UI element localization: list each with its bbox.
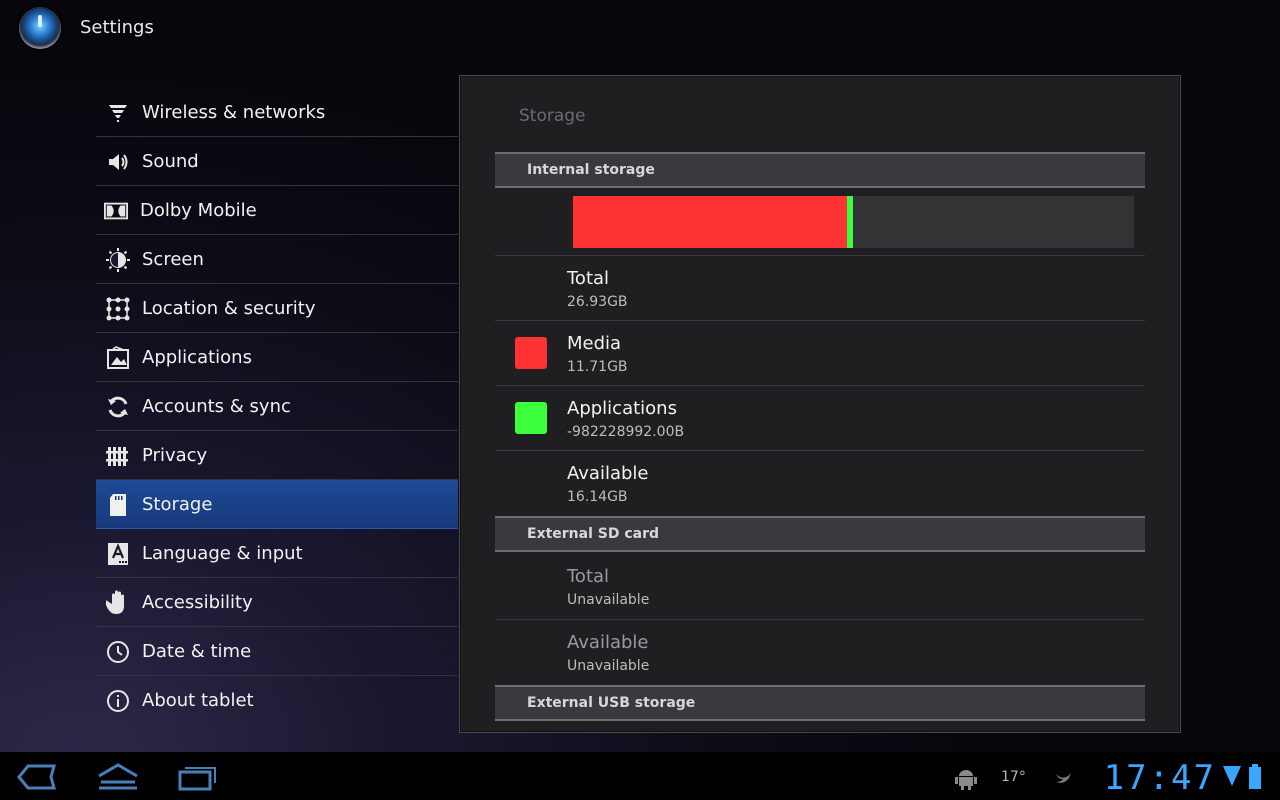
internal-total-row: Total 26.93GB: [495, 255, 1145, 320]
wifi-icon: [106, 101, 130, 125]
info-icon: [106, 689, 130, 713]
hand-icon: [106, 590, 130, 615]
row-title: Total: [567, 268, 610, 289]
sidebar-item-location-security[interactable]: Location & security: [96, 284, 458, 333]
language-icon: [106, 542, 130, 566]
category-title: Internal storage: [527, 162, 655, 178]
home-icon: [98, 763, 138, 790]
sidebar-item-label: Storage: [142, 493, 213, 515]
back-button[interactable]: [16, 762, 58, 792]
sidebar-item-storage[interactable]: Storage: [96, 480, 458, 529]
privacy-icon: [106, 444, 130, 468]
applications-icon: [106, 346, 130, 370]
sidebar-item-label: Dolby Mobile: [140, 199, 257, 221]
sidebar-item-label: Screen: [142, 248, 204, 270]
sidebar-item-label: Accounts & sync: [142, 395, 291, 417]
wifi-signal-icon: [1222, 764, 1242, 792]
storage-panel: Storage Internal storage Total 26.93GB M…: [459, 75, 1181, 733]
internal-available-row: Available 16.14GB: [495, 450, 1145, 515]
sidebar-item-sound[interactable]: Sound: [96, 137, 458, 186]
sync-icon: [106, 395, 130, 419]
recent-apps-icon: [178, 767, 216, 791]
brightness-icon: [106, 248, 130, 272]
row-value: Unavailable: [567, 658, 650, 674]
sidebar-item-label: Date & time: [142, 640, 252, 662]
applications-usage-segment: [847, 196, 853, 248]
row-value: 11.71GB: [567, 359, 628, 375]
app-title: Settings: [80, 17, 154, 38]
battery-icon: [1248, 764, 1262, 794]
sidebar-item-label: Sound: [142, 150, 199, 172]
android-debug-icon: [954, 766, 978, 794]
row-title: Applications: [567, 398, 677, 419]
home-button[interactable]: [96, 762, 140, 792]
system-bar: 17° 17:47: [0, 752, 1280, 800]
sidebar-item-label: Language & input: [142, 542, 303, 564]
sidebar-item-about-tablet[interactable]: About tablet: [96, 676, 458, 725]
row-value: 26.93GB: [567, 294, 628, 310]
row-title: Available: [567, 463, 649, 484]
category-external-sd-card: External SD card: [495, 516, 1145, 552]
recent-apps-button[interactable]: [177, 762, 219, 792]
sidebar-item-label: Applications: [142, 346, 252, 368]
row-value: Unavailable: [567, 592, 650, 608]
temperature-readout: 17°: [1001, 769, 1026, 785]
row-value: -982228992.00B: [567, 424, 685, 440]
back-icon: [17, 764, 56, 790]
sidebar-item-privacy[interactable]: Privacy: [96, 431, 458, 480]
clock: 17:47: [1103, 758, 1216, 798]
bird-notification-icon: [1054, 770, 1072, 789]
sidebar-item-applications[interactable]: Applications: [96, 333, 458, 382]
category-internal-storage: Internal storage: [495, 152, 1145, 188]
sidebar-item-accounts-sync[interactable]: Accounts & sync: [96, 382, 458, 431]
dolby-icon: [104, 199, 128, 223]
settings-app-icon[interactable]: [19, 7, 61, 49]
sidebar-item-accessibility[interactable]: Accessibility: [96, 578, 458, 627]
sidebar-item-date-time[interactable]: Date & time: [96, 627, 458, 676]
media-color-swatch: [515, 337, 547, 369]
sidebar-item-dolby[interactable]: Dolby Mobile: [96, 186, 458, 235]
sidebar-item-label: Location & security: [142, 297, 316, 319]
settings-headers-list: Wireless & networks Sound Dolby Mobile S…: [96, 88, 458, 725]
sdcard-icon: [106, 493, 130, 517]
sidebar-item-label: About tablet: [142, 690, 254, 711]
sd-available-row: Available Unavailable: [495, 619, 1145, 684]
sidebar-item-label: Accessibility: [142, 591, 253, 613]
storage-usage-bar: [573, 196, 1134, 248]
row-value: 16.14GB: [567, 489, 628, 505]
sidebar-item-wireless[interactable]: Wireless & networks: [96, 88, 458, 137]
lock-pattern-icon: [106, 297, 130, 321]
category-external-usb-storage: External USB storage: [495, 685, 1145, 721]
applications-color-swatch: [515, 402, 547, 434]
sidebar-item-language-input[interactable]: Language & input: [96, 529, 458, 578]
speaker-icon: [106, 150, 130, 174]
internal-applications-row[interactable]: Applications -982228992.00B: [495, 385, 1145, 450]
action-bar: Settings: [0, 0, 1280, 58]
category-title: External SD card: [527, 526, 660, 542]
sidebar-item-label: Wireless & networks: [142, 101, 326, 123]
sidebar-item-screen[interactable]: Screen: [96, 235, 458, 284]
row-title: Media: [567, 333, 622, 354]
sd-total-row: Total Unavailable: [495, 554, 1145, 619]
row-title: Available: [567, 632, 649, 653]
media-usage-segment: [573, 196, 847, 248]
clock-icon: [106, 640, 130, 664]
row-title: Total: [567, 566, 610, 587]
internal-media-row[interactable]: Media 11.71GB: [495, 320, 1145, 385]
category-title: External USB storage: [527, 695, 696, 711]
sidebar-item-label: Privacy: [142, 444, 208, 466]
panel-title: Storage: [519, 106, 586, 126]
